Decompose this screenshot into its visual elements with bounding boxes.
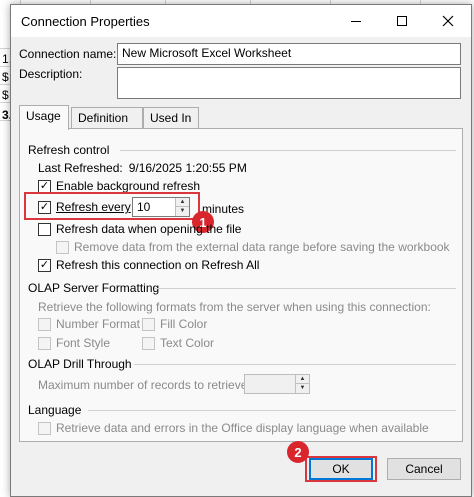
ok-button[interactable]: OK	[309, 458, 373, 480]
checkbox-disabled-icon	[142, 336, 155, 350]
language-option-label: Retrieve data and errors in the Office d…	[56, 421, 429, 435]
spin-up-icon: ▲	[296, 375, 309, 384]
checkbox-disabled-icon	[56, 240, 69, 254]
olap-formatting-desc: Retrieve the following formats from the …	[38, 300, 431, 314]
spin-down-icon: ▼	[299, 385, 306, 391]
connection-name-input[interactable]: New Microsoft Excel Worksheet	[117, 43, 461, 65]
enable-background-refresh-label: Enable background refresh	[56, 179, 201, 193]
description-input[interactable]	[117, 67, 461, 99]
cancel-button[interactable]: Cancel	[387, 458, 461, 480]
checkbox-checked-icon[interactable]: ✓	[38, 258, 51, 272]
usage-panel: Refresh control Last Refreshed: 9/16/202…	[19, 128, 463, 442]
remove-data-label: Remove data from the external data range…	[74, 240, 450, 254]
number-format-label: Number Format	[56, 317, 141, 331]
refresh-all-label: Refresh this connection on Refresh All	[56, 258, 260, 272]
refresh-on-open-label: Refresh data when opening the file	[56, 222, 242, 236]
checkbox-disabled-icon	[142, 317, 155, 331]
number-format-row: Number Format	[38, 317, 140, 331]
refresh-all-row[interactable]: ✓ Refresh this connection on Refresh All	[38, 258, 259, 272]
refresh-on-open-row[interactable]: Refresh data when opening the file	[38, 222, 241, 236]
checkbox-disabled-icon	[38, 317, 51, 331]
minimize-button[interactable]	[333, 5, 379, 37]
last-refreshed-label: Last Refreshed:	[38, 161, 123, 175]
tab-usage[interactable]: Usage	[19, 105, 69, 130]
tab-used-in[interactable]: Used In	[143, 107, 199, 129]
annotation-highlight-refresh-every	[24, 192, 200, 220]
max-records-stepper: ▲ ▼	[244, 374, 310, 394]
connection-properties-dialog: Connection Properties Connection name: N…	[10, 4, 472, 497]
dialog-title: Connection Properties	[21, 14, 150, 29]
olap-drill-heading: OLAP Drill Through	[28, 357, 132, 371]
max-records-label: Maximum number of records to retrieve:	[38, 378, 251, 392]
connection-name-label: Connection name:	[19, 47, 117, 61]
last-refreshed-row: Last Refreshed: 9/16/2025 1:20:55 PM	[38, 161, 247, 175]
maximize-button[interactable]	[379, 5, 425, 37]
enable-background-refresh-row[interactable]: ✓ Enable background refresh	[38, 179, 200, 193]
font-style-row: Font Style	[38, 336, 110, 350]
close-icon	[442, 15, 454, 27]
language-row: Retrieve data and errors in the Office d…	[38, 421, 429, 435]
last-refreshed-value: 9/16/2025 1:20:55 PM	[128, 161, 247, 175]
sheet-cell: $	[2, 70, 9, 84]
minimize-icon	[351, 20, 361, 22]
checkbox-unchecked-icon[interactable]	[38, 222, 51, 236]
language-heading: Language	[28, 403, 82, 417]
annotation-badge-2: 2	[287, 441, 309, 463]
checkbox-disabled-icon	[38, 421, 51, 435]
remove-data-row: Remove data from the external data range…	[56, 240, 450, 254]
sheet-cell: $	[2, 88, 9, 102]
olap-formatting-heading: OLAP Server Formatting	[28, 281, 160, 295]
text-color-row: Text Color	[142, 336, 214, 350]
refresh-control-heading: Refresh control	[28, 143, 110, 157]
font-style-label: Font Style	[56, 336, 111, 350]
checkbox-disabled-icon	[38, 336, 51, 350]
text-color-label: Text Color	[160, 336, 215, 350]
close-button[interactable]	[425, 5, 471, 37]
title-bar: Connection Properties	[11, 5, 471, 37]
checkbox-checked-icon[interactable]: ✓	[38, 179, 51, 193]
description-label: Description:	[19, 67, 83, 81]
maximize-icon	[397, 16, 407, 26]
fill-color-label: Fill Color	[160, 317, 208, 331]
tab-definition[interactable]: Definition	[71, 107, 143, 129]
fill-color-row: Fill Color	[142, 317, 207, 331]
